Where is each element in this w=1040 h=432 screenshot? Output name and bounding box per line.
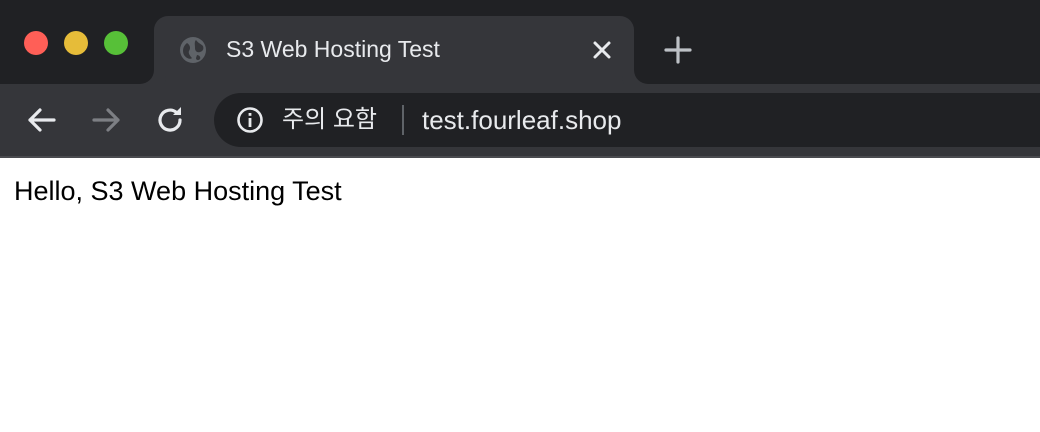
forward-button[interactable] xyxy=(88,102,124,138)
browser-window: S3 Web Hosting Test 주의 요함 test.fourleaf.… xyxy=(0,0,1040,432)
tab-strip: S3 Web Hosting Test xyxy=(0,0,1040,84)
tab-title: S3 Web Hosting Test xyxy=(226,36,440,62)
reload-button[interactable] xyxy=(152,102,188,138)
info-icon[interactable] xyxy=(236,106,264,134)
page-body-text: Hello, S3 Web Hosting Test xyxy=(14,176,342,206)
omnibox-divider xyxy=(402,105,404,135)
url-text[interactable]: test.fourleaf.shop xyxy=(422,104,621,136)
back-button[interactable] xyxy=(24,102,60,138)
window-close-button[interactable] xyxy=(24,31,48,55)
page-content: Hello, S3 Web Hosting Test xyxy=(0,158,1040,432)
close-icon[interactable] xyxy=(588,36,616,64)
address-bar[interactable]: 주의 요함 test.fourleaf.shop xyxy=(214,93,1040,147)
window-minimize-button[interactable] xyxy=(64,31,88,55)
new-tab-button[interactable] xyxy=(662,34,694,66)
globe-icon xyxy=(180,37,206,63)
tab-active[interactable]: S3 Web Hosting Test xyxy=(154,16,634,84)
toolbar: 주의 요함 test.fourleaf.shop xyxy=(0,84,1040,158)
window-zoom-button[interactable] xyxy=(104,31,128,55)
security-status-label[interactable]: 주의 요함 xyxy=(282,104,377,136)
